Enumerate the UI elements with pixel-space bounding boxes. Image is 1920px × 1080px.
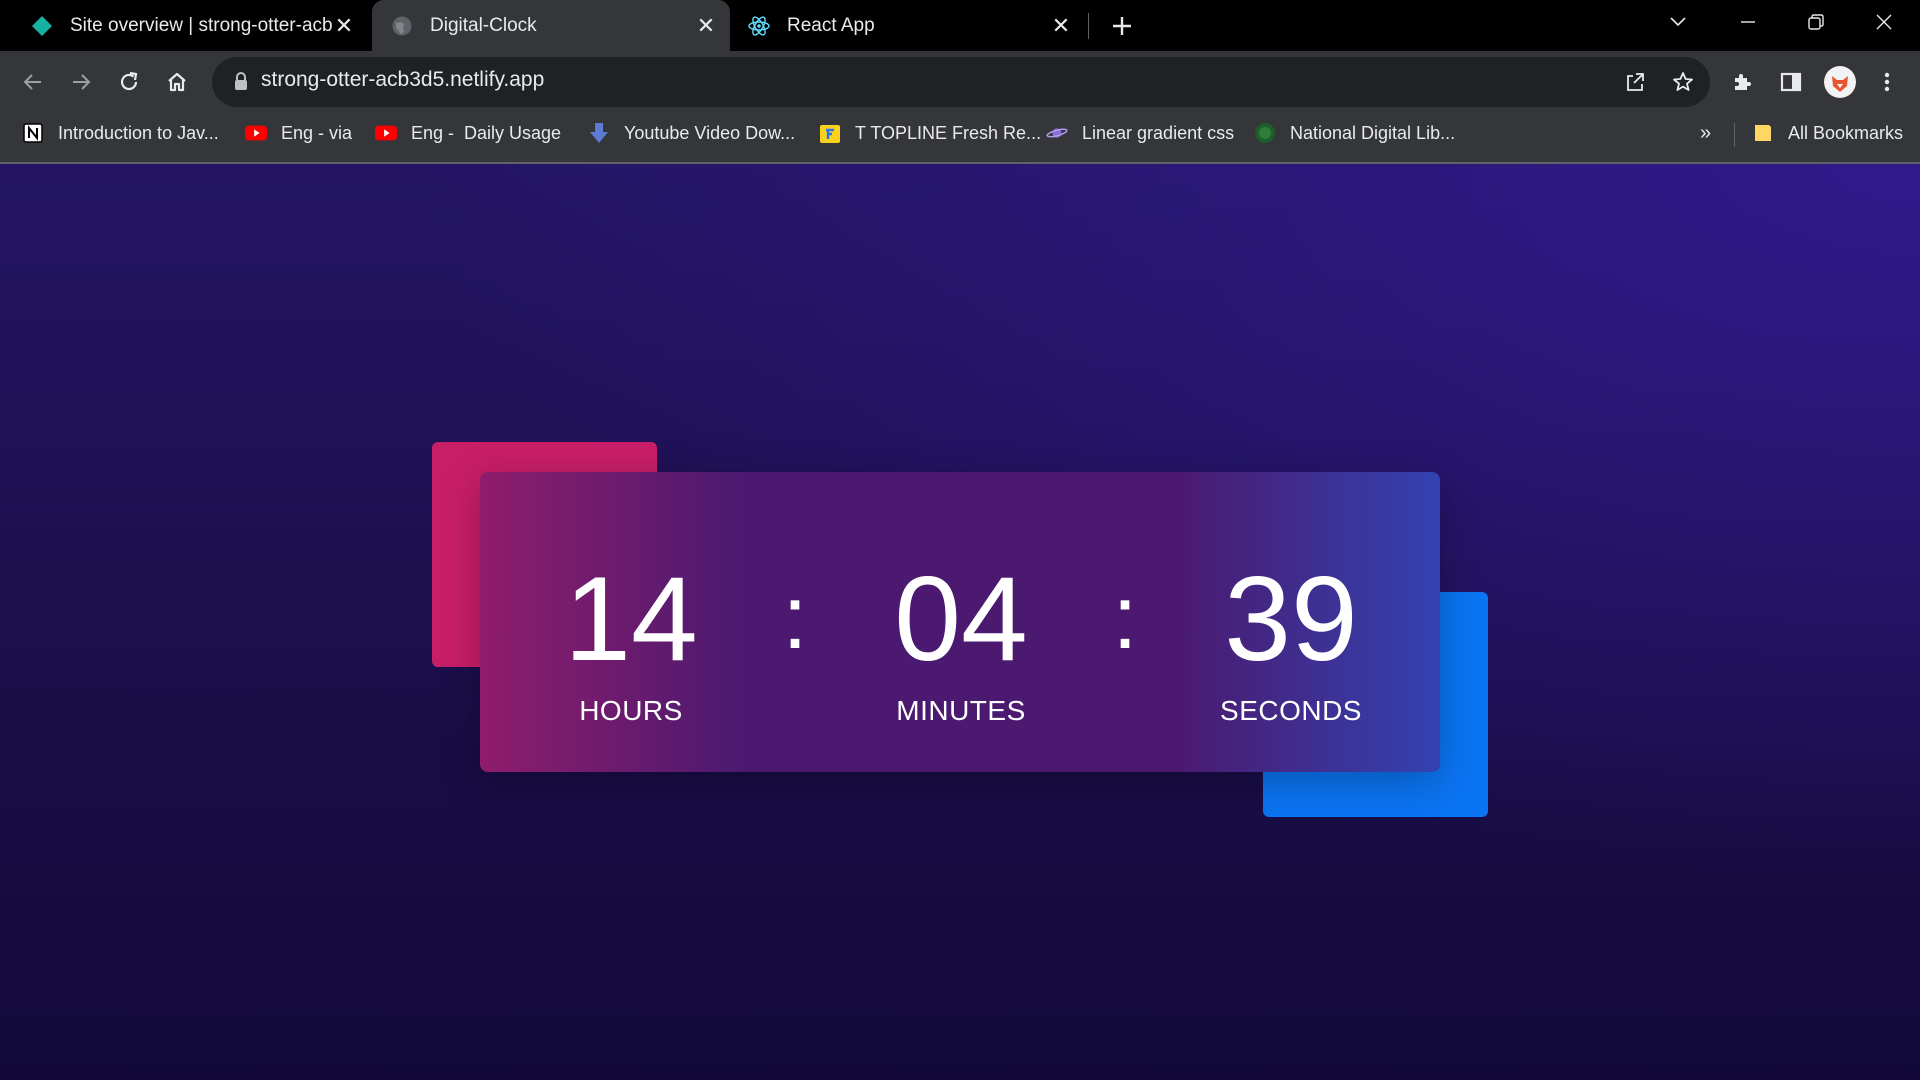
bookmark-label: Eng - Daily Usage	[411, 122, 562, 143]
react-atom-icon	[747, 14, 771, 38]
share-icon	[1627, 73, 1644, 91]
tab-title: Site overview | strong-otter-acb3d5	[70, 14, 332, 36]
download-arrow-icon	[588, 122, 610, 144]
bookmark-label: Introduction to Jav...	[58, 122, 219, 143]
minimize-icon	[1741, 21, 1755, 23]
arrow-right-icon	[73, 74, 91, 90]
bookmark-introduction-to-javascript[interactable]: Introduction to Jav...	[22, 117, 219, 149]
tab-title: React App	[787, 14, 875, 36]
home-icon	[168, 72, 186, 92]
arrow-left-icon	[23, 74, 41, 90]
all-bookmarks-folder[interactable]: All Bookmarks	[1752, 117, 1903, 149]
youtube-icon	[375, 122, 397, 144]
bookmark-youtube-video-downloader[interactable]: Youtube Video Dow...	[588, 117, 795, 149]
bookmarks-divider	[1734, 123, 1735, 147]
bookmark-linear-gradient-css[interactable]: Linear gradient css	[1046, 117, 1234, 149]
time-separator: :	[1112, 568, 1138, 668]
reload-button[interactable]	[112, 65, 146, 99]
bookmark-star-button[interactable]	[1666, 65, 1700, 99]
home-button[interactable]	[160, 65, 194, 99]
flipkart-icon	[819, 122, 841, 144]
close-icon[interactable]: ✕	[694, 13, 718, 38]
fox-avatar-icon	[1824, 66, 1856, 98]
close-window-button[interactable]	[1854, 0, 1914, 44]
side-panel-button[interactable]	[1774, 65, 1808, 99]
notion-icon	[22, 122, 44, 144]
bookmarks-bar: Introduction to Jav... Eng - via Eng - D…	[0, 113, 1920, 153]
minimize-button[interactable]	[1718, 0, 1778, 44]
more-vert-icon	[1884, 72, 1890, 92]
digital-clock-card: 14 HOURS : 04 MINUTES : 39 SECONDS	[480, 472, 1440, 772]
side-panel-icon	[1780, 72, 1802, 92]
browser-toolbar: strong-otter-acb3d5.netlify.app Introduc…	[0, 51, 1920, 165]
share-button[interactable]	[1618, 65, 1652, 99]
seconds-value: 39	[1224, 552, 1358, 686]
star-icon	[1673, 72, 1693, 91]
puzzle-icon	[1735, 74, 1751, 90]
tab-strip: Site overview | strong-otter-acb3d5 ✕ Di…	[0, 0, 1920, 51]
youtube-icon	[245, 122, 267, 144]
bookmark-label: Eng - via	[281, 122, 353, 143]
chrome-menu-button[interactable]	[1870, 65, 1904, 99]
restore-icon	[1808, 14, 1824, 30]
library-icon	[1254, 122, 1276, 144]
bookmark-national-digital-library[interactable]: National Digital Lib...	[1254, 117, 1455, 149]
back-button[interactable]	[16, 65, 50, 99]
bookmark-label: National Digital Lib...	[1290, 122, 1456, 143]
address-bar[interactable]: strong-otter-acb3d5.netlify.app	[212, 57, 1710, 107]
bookmark-label: Youtube Video Dow...	[624, 122, 796, 143]
close-icon[interactable]: ✕	[1049, 13, 1073, 38]
new-tab-button[interactable]	[1105, 9, 1139, 43]
tab-digital-clock[interactable]: Digital-Clock ✕	[372, 0, 730, 51]
tab-search-button[interactable]	[1648, 0, 1708, 44]
time-separator: :	[782, 568, 808, 668]
bookmarks-overflow-button[interactable]: »	[1700, 117, 1711, 149]
hours-label: HOURS	[579, 695, 683, 726]
planet-icon	[1046, 122, 1068, 144]
seconds-unit: 39 SECONDS	[1191, 552, 1391, 728]
minutes-value: 04	[894, 552, 1028, 686]
seconds-label: SECONDS	[1220, 695, 1362, 726]
page-viewport: 14 HOURS : 04 MINUTES : 39 SECONDS	[0, 164, 1920, 1080]
netlify-diamond-icon	[30, 14, 54, 38]
close-icon	[1876, 14, 1892, 30]
hours-unit: 14 HOURS	[531, 552, 731, 728]
bookmark-eng-daily-usage[interactable]: Eng - Daily Usage	[375, 117, 561, 149]
profile-avatar[interactable]	[1824, 66, 1856, 98]
minutes-label: MINUTES	[896, 695, 1026, 726]
tab-react-app[interactable]: React App ✕	[733, 0, 1085, 51]
minutes-unit: 04 MINUTES	[861, 552, 1061, 728]
folder-icon	[1752, 122, 1774, 144]
close-icon[interactable]: ✕	[332, 13, 356, 38]
reload-icon	[120, 71, 138, 91]
extensions-button[interactable]	[1726, 65, 1760, 99]
bookmark-label: T TOPLINE Fresh Re...	[855, 122, 1042, 143]
bookmark-label: All Bookmarks	[1788, 122, 1904, 143]
tab-title: Digital-Clock	[430, 14, 537, 36]
bookmark-eng-via[interactable]: Eng - via	[245, 117, 352, 149]
restore-button[interactable]	[1786, 0, 1846, 44]
tab-site-overview[interactable]: Site overview | strong-otter-acb3d5 ✕	[0, 0, 368, 51]
bookmark-label: Linear gradient css	[1082, 122, 1235, 143]
hours-value: 14	[564, 552, 698, 686]
url-text[interactable]: strong-otter-acb3d5.netlify.app	[261, 68, 544, 92]
globe-icon	[390, 14, 414, 38]
forward-button[interactable]	[64, 65, 98, 99]
chevron-down-icon	[1670, 17, 1686, 27]
lock-icon[interactable]	[232, 71, 252, 93]
bookmark-topline-fresh[interactable]: T TOPLINE Fresh Re...	[819, 117, 1041, 149]
tab-divider	[1088, 13, 1089, 39]
